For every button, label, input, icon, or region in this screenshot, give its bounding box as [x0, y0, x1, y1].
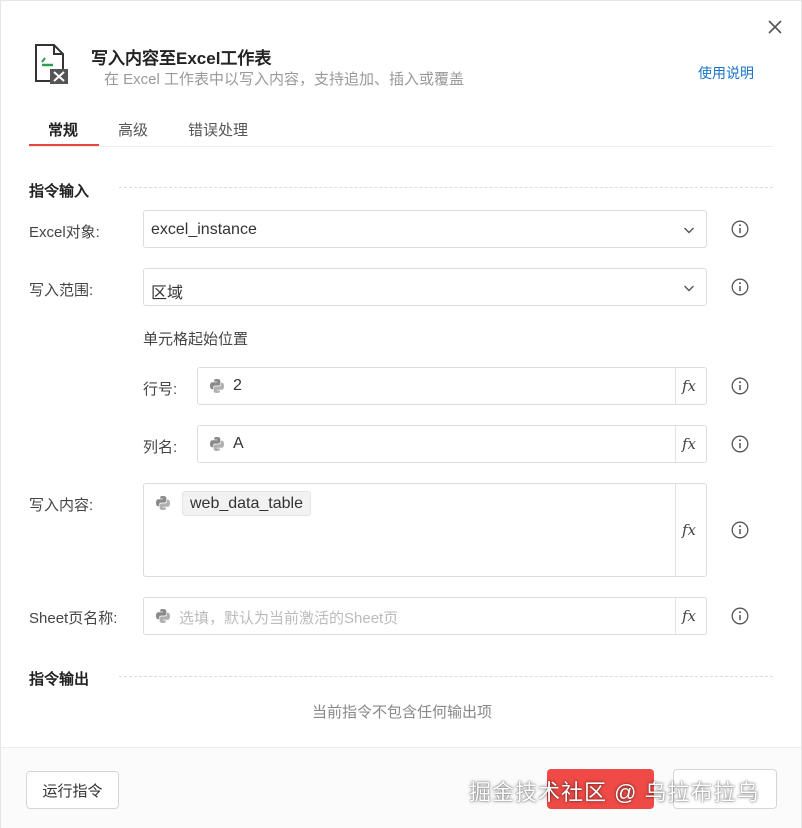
fx-button[interactable]: fx — [675, 426, 706, 462]
fx-icon: fx — [682, 521, 697, 539]
python-icon — [210, 437, 224, 451]
info-icon[interactable] — [731, 278, 749, 296]
fx-icon: fx — [682, 607, 697, 625]
tab-advanced[interactable]: 高级 — [118, 119, 148, 140]
output-section-label: 指令输出 — [29, 671, 90, 688]
row-number-value: 2 — [233, 377, 242, 394]
column-name-input[interactable]: A fx — [197, 425, 707, 463]
info-icon[interactable] — [731, 220, 749, 238]
dialog-subtitle: 在 Excel 工作表中以写入内容，支持追加、插入或覆盖 — [104, 71, 465, 88]
sheet-name-placeholder: 选填，默认为当前激活的Sheet页 — [179, 610, 399, 627]
write-content-input[interactable]: web_data_table fx — [143, 483, 707, 577]
write-range-select[interactable]: 区域 — [143, 268, 707, 306]
active-tab-indicator — [29, 144, 99, 146]
watermark: 掘金技术社区 @ 乌拉布拉乌 — [469, 780, 760, 805]
write-range-value: 区域 — [151, 285, 184, 302]
column-name-value: A — [233, 435, 244, 452]
write-range-label: 写入范围: — [29, 282, 94, 299]
fx-icon: fx — [682, 435, 697, 453]
info-icon[interactable] — [731, 377, 749, 395]
excel-object-value: excel_instance — [151, 221, 257, 238]
column-name-label: 列名: — [143, 439, 178, 456]
dialog: 写入内容至Excel工作表 在 Excel 工作表中以写入内容，支持追加、插入或… — [0, 0, 802, 828]
row-number-label: 行号: — [143, 381, 178, 398]
fx-button[interactable]: fx — [675, 368, 706, 404]
tab-error-handling[interactable]: 错误处理 — [188, 119, 248, 140]
fx-button[interactable]: fx — [675, 598, 706, 634]
excel-object-label: Excel对象: — [29, 224, 100, 241]
empty-output-text: 当前指令不包含任何输出项 — [311, 704, 492, 721]
python-icon — [210, 379, 224, 393]
excel-object-select[interactable]: excel_instance — [143, 210, 707, 248]
section-divider — [119, 676, 773, 677]
tab-general[interactable]: 常规 — [48, 119, 78, 140]
cell-start-label: 单元格起始位置 — [143, 331, 249, 348]
close-button[interactable] — [763, 15, 787, 39]
help-link[interactable]: 使用说明 — [698, 63, 754, 83]
dialog-title: 写入内容至Excel工作表 — [91, 49, 272, 68]
python-icon — [156, 496, 170, 510]
input-section-label: 指令输入 — [29, 183, 90, 200]
row-number-input[interactable]: 2 fx — [197, 367, 707, 405]
info-icon[interactable] — [731, 607, 749, 625]
chevron-down-icon — [684, 227, 694, 234]
close-icon — [768, 20, 782, 34]
run-command-button[interactable]: 运行指令 — [26, 771, 119, 809]
info-icon[interactable] — [731, 521, 749, 539]
python-icon — [156, 609, 170, 623]
fx-icon: fx — [682, 377, 697, 395]
fx-button[interactable]: fx — [675, 484, 706, 576]
excel-write-icon — [33, 43, 71, 85]
sheet-name-input[interactable]: 选填，默认为当前激活的Sheet页 fx — [143, 597, 707, 635]
info-icon[interactable] — [731, 435, 749, 453]
tab-bar: 常规 高级 错误处理 — [29, 113, 773, 147]
variable-chip[interactable]: web_data_table — [182, 491, 311, 516]
sheet-name-label: Sheet页名称: — [29, 610, 118, 627]
section-divider — [119, 187, 773, 188]
write-content-label: 写入内容: — [29, 497, 94, 514]
chevron-down-icon — [684, 285, 694, 292]
